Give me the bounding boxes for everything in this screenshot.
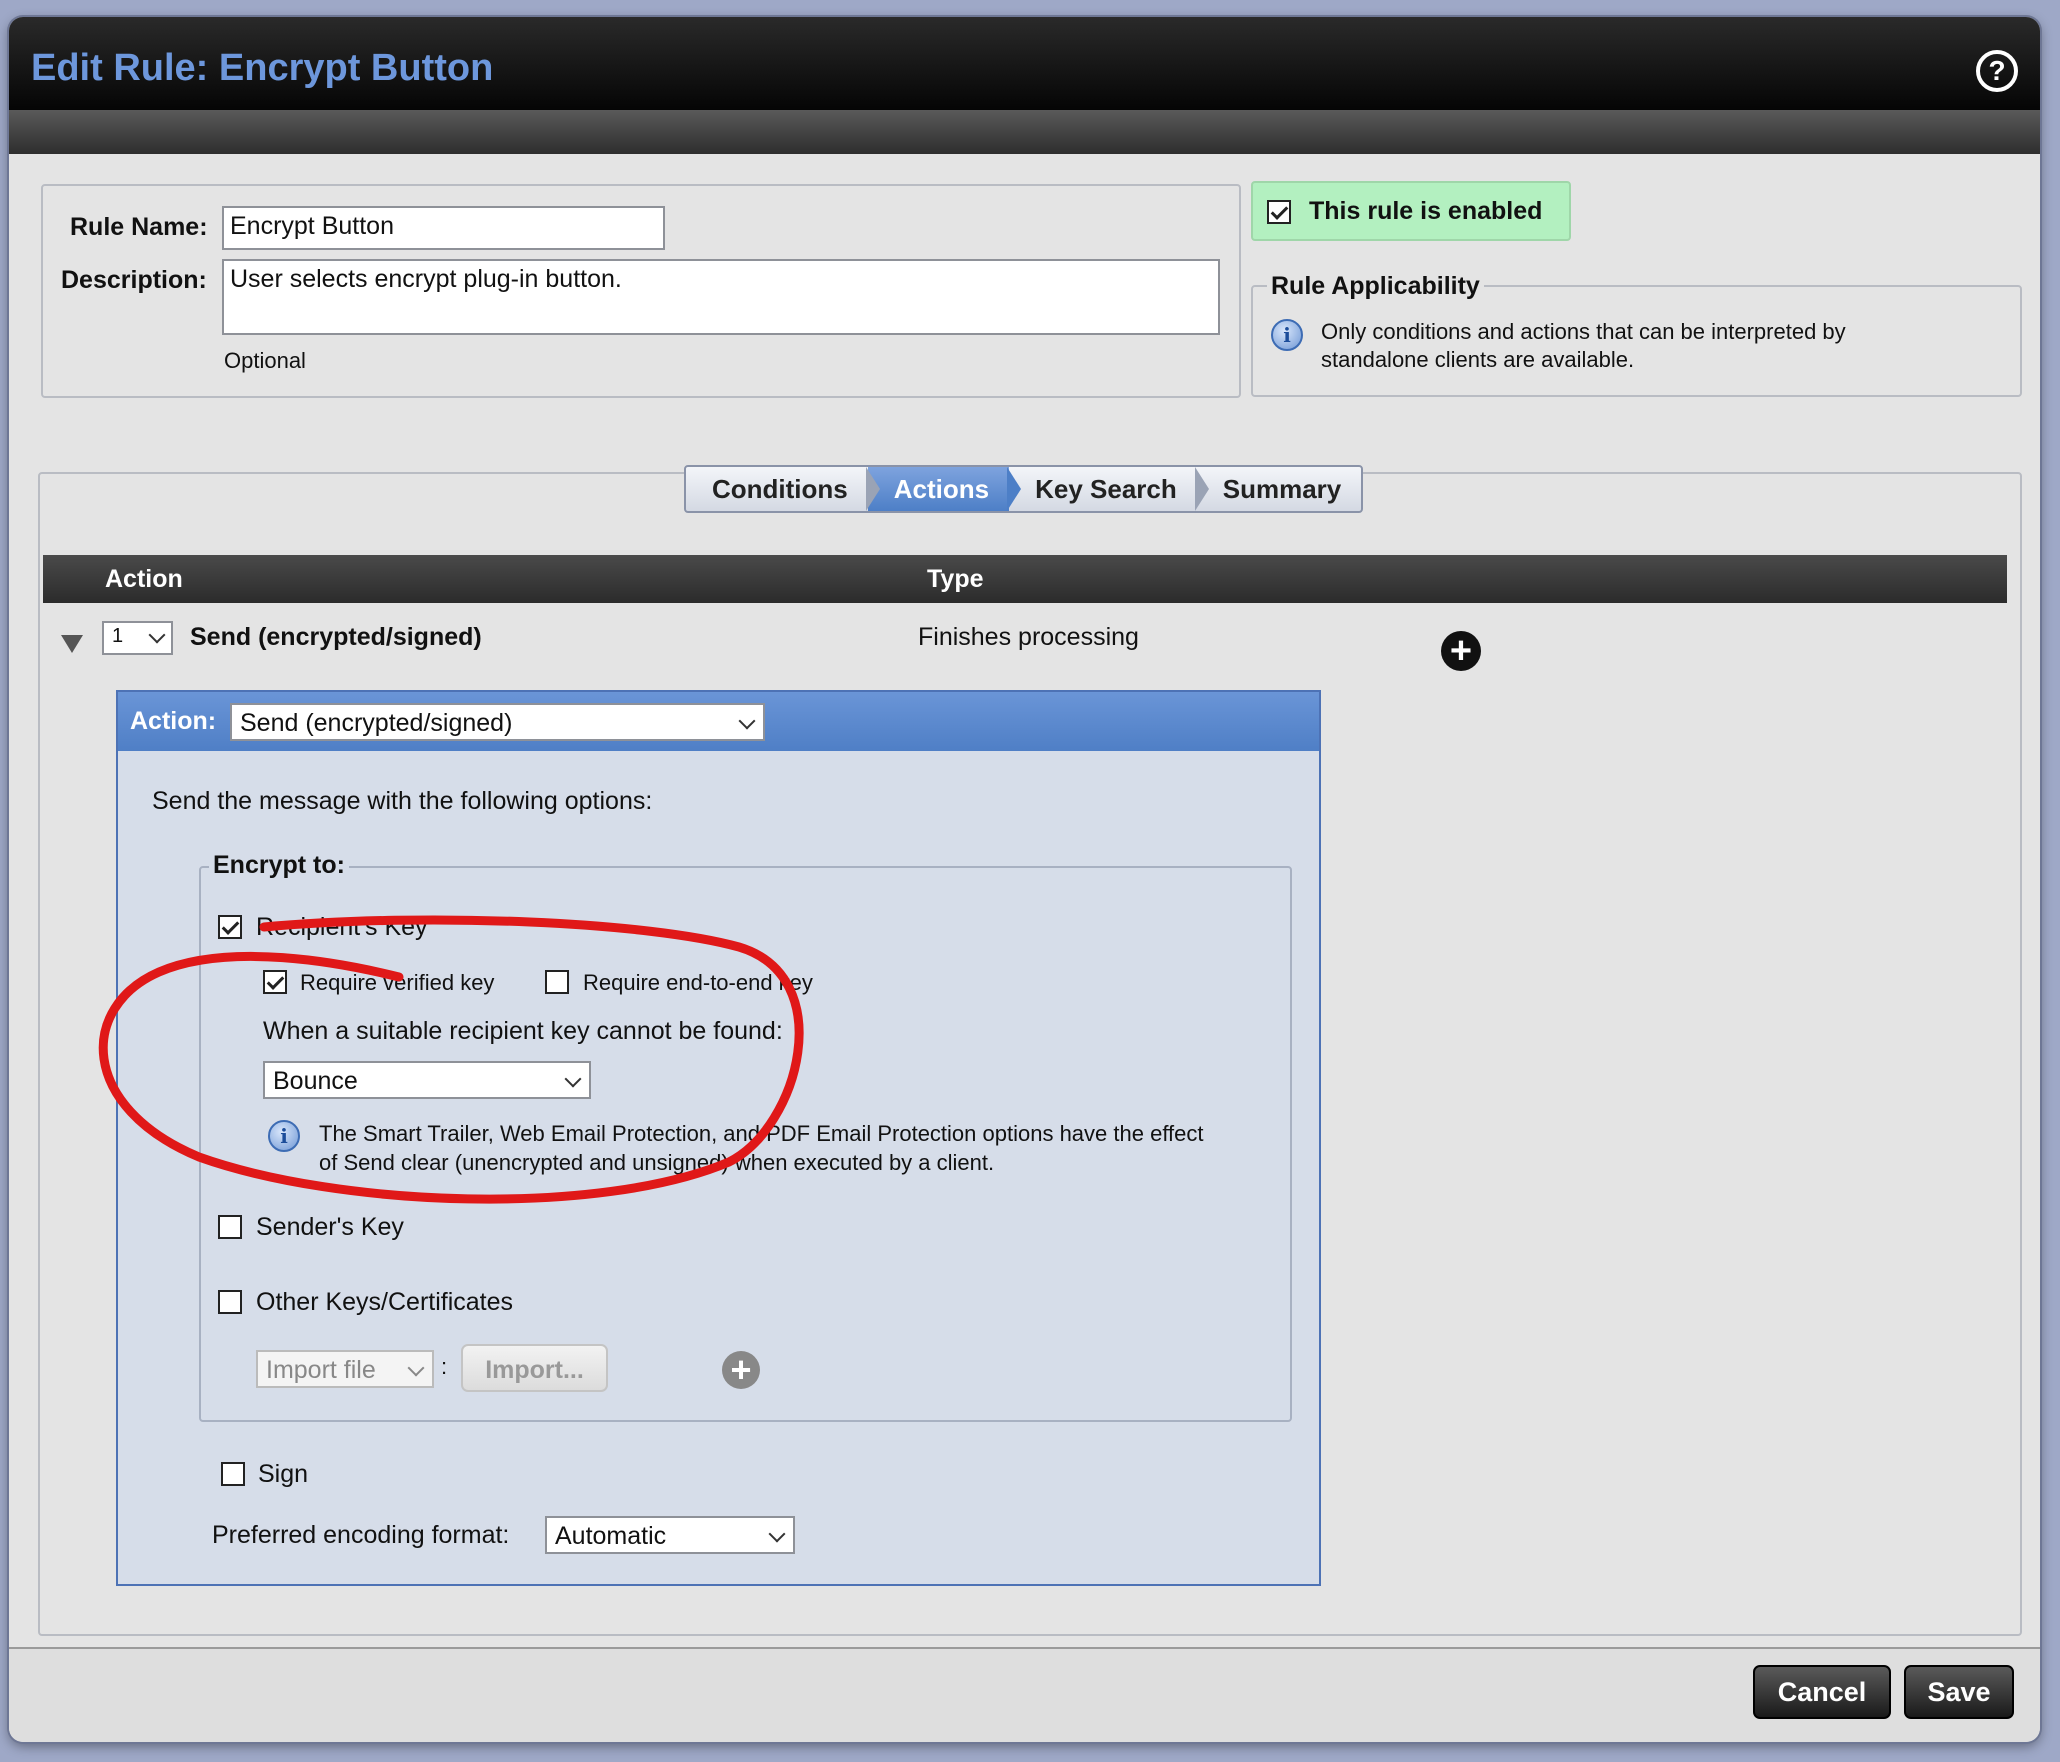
recipients-key-checkbox[interactable]	[218, 915, 242, 939]
require-e2e-checkbox[interactable]	[545, 970, 569, 994]
encoding-format-label: Preferred encoding format:	[212, 1521, 510, 1549]
require-verified-label: Require verified key	[300, 970, 495, 995]
column-type: Type	[927, 565, 984, 593]
info-icon: i	[268, 1120, 300, 1152]
add-key-icon[interactable]: +	[722, 1351, 760, 1389]
recipients-key-label: Recipient's Key	[256, 913, 428, 941]
title-bar: Edit Rule: Encrypt Button ?	[9, 17, 2040, 110]
action-row-type: Finishes processing	[918, 623, 1139, 651]
action-row-name: Send (encrypted/signed)	[190, 623, 482, 651]
action-type-select[interactable]: Send (encrypted/signed)	[230, 703, 765, 741]
toolbar-strip	[9, 110, 2040, 154]
key-not-found-select[interactable]: Bounce	[263, 1061, 591, 1099]
info-icon: i	[1271, 319, 1303, 351]
edit-rule-dialog: Edit Rule: Encrypt Button ? Rule Name: E…	[9, 17, 2040, 1742]
action-intro-text: Send the message with the following opti…	[152, 787, 653, 815]
client-note-line-2: of Send clear (unencrypted and unsigned)…	[319, 1150, 995, 1175]
import-button[interactable]: Import...	[461, 1344, 608, 1392]
action-panel-header: Action: Send (encrypted/signed)	[118, 692, 1319, 751]
dialog-title: Edit Rule: Encrypt Button	[31, 47, 494, 89]
rule-name-input[interactable]: Encrypt Button	[222, 206, 665, 250]
applicability-text-2: standalone clients are available.	[1321, 347, 1635, 372]
require-e2e-label: Require end-to-end key	[583, 970, 813, 995]
actions-grid-header: Action Type	[43, 555, 2007, 603]
collapse-triangle-icon[interactable]	[61, 635, 83, 653]
key-not-found-label: When a suitable recipient key cannot be …	[263, 1017, 783, 1045]
other-keys-checkbox[interactable]	[218, 1290, 242, 1314]
encrypt-to-legend: Encrypt to:	[209, 851, 349, 880]
sign-label: Sign	[258, 1460, 309, 1488]
rule-applicability-legend: Rule Applicability	[1267, 272, 1484, 301]
save-button[interactable]: Save	[1904, 1665, 2014, 1719]
tab-summary[interactable]: Summary	[1197, 467, 1361, 511]
senders-key-checkbox[interactable]	[218, 1215, 242, 1239]
add-action-icon[interactable]: +	[1441, 631, 1481, 671]
cancel-button[interactable]: Cancel	[1753, 1665, 1891, 1719]
description-textarea[interactable]: User selects encrypt plug-in button.	[222, 259, 1220, 335]
tab-actions[interactable]: Actions	[867, 467, 1022, 511]
column-action: Action	[105, 565, 183, 593]
action-select-label: Action:	[130, 707, 217, 735]
sign-checkbox[interactable]	[221, 1462, 245, 1486]
import-separator: :	[441, 1354, 448, 1379]
tab-conditions[interactable]: Conditions	[686, 467, 880, 511]
applicability-text-1: Only conditions and actions that can be …	[1321, 319, 1846, 344]
rule-enabled-checkbox[interactable]	[1267, 200, 1291, 224]
action-detail-panel: Action: Send (encrypted/signed) Send the…	[116, 690, 1321, 1586]
rule-enabled-toggle[interactable]: This rule is enabled	[1251, 181, 1571, 241]
action-order-select[interactable]: 1	[102, 621, 173, 655]
require-verified-checkbox[interactable]	[263, 970, 287, 994]
client-note-line-1: The Smart Trailer, Web Email Protection,…	[319, 1121, 1204, 1146]
dialog-footer	[9, 1647, 2040, 1742]
description-label: Description:	[61, 266, 207, 294]
import-file-select[interactable]: Import file	[256, 1350, 434, 1388]
encrypt-to-fieldset: Encrypt to: Recipient's Key Require veri…	[199, 851, 1292, 1422]
rule-name-label: Rule Name:	[70, 213, 208, 241]
senders-key-label: Sender's Key	[256, 1213, 404, 1241]
other-keys-label: Other Keys/Certificates	[256, 1288, 514, 1316]
description-hint: Optional	[224, 348, 306, 373]
help-icon[interactable]: ?	[1976, 50, 2018, 92]
encoding-format-select[interactable]: Automatic	[545, 1516, 795, 1554]
rule-enabled-label: This rule is enabled	[1309, 197, 1543, 225]
tab-key-search[interactable]: Key Search	[1009, 467, 1209, 511]
wizard-tabs: Conditions Actions Key Search Summary	[684, 465, 1364, 513]
